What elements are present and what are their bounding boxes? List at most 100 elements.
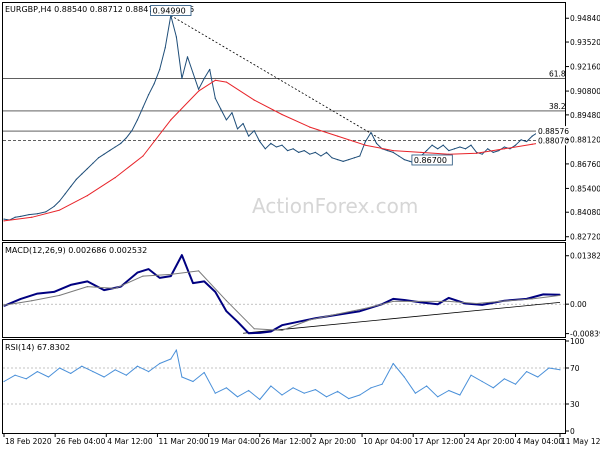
x-tick-label: 2 Apr 20:00: [312, 437, 356, 446]
price-data-point: [114, 177, 116, 179]
price-data-point: [109, 149, 111, 152]
price-data-point: [20, 215, 22, 217]
price-data-point: [125, 137, 127, 139]
price-y-tick-label: 0.85400: [570, 184, 600, 193]
price-level-label: 0.88070: [538, 136, 569, 145]
macd-data-point: [420, 300, 422, 302]
macd-data-point: [59, 294, 61, 297]
price-data-point: [476, 152, 478, 154]
x-tick-label: 19 Mar 04:00: [210, 437, 260, 446]
rsi-y-tick-label: 30: [570, 400, 580, 409]
macd-data-point: [236, 321, 239, 323]
price-data-point: [370, 131, 372, 134]
macd-data-point: [53, 291, 55, 293]
price-y-tick-label: 0.88120: [570, 135, 600, 144]
rsi-data-point: [526, 371, 528, 373]
macd-data-point: [503, 300, 505, 302]
rsi-data-point: [214, 392, 216, 394]
rsi-data-point: [537, 376, 539, 378]
price-data-point: [331, 157, 333, 159]
price-data-point: [97, 157, 100, 159]
x-tick-label: 26 Feb 04:00: [56, 437, 105, 446]
macd-data-point: [31, 300, 33, 302]
macd-data-point: [559, 294, 561, 297]
price-series-line: [3, 15, 561, 221]
x-tick-label: 17 Apr 12:00: [414, 437, 463, 446]
rsi-y-tick-label: 100: [570, 337, 585, 346]
rsi-data-point: [136, 365, 139, 367]
price-data-point: [448, 149, 450, 152]
rsi-data-point: [248, 389, 250, 392]
macd-data-point: [270, 330, 272, 333]
macd-data-point: [337, 313, 339, 315]
x-tick-label: 11 May 12:00: [561, 437, 600, 446]
price-data-point: [86, 167, 88, 170]
macd-data-point: [136, 272, 139, 274]
watermark: ActionForex.com: [252, 194, 418, 218]
rsi-series-line: [3, 349, 561, 400]
rsi-data-point: [470, 374, 472, 376]
price-data-point: [114, 146, 116, 148]
price-data-point: [170, 119, 172, 121]
price-y-tick-label: 0.93520: [570, 38, 600, 47]
price-data-point: [470, 144, 472, 146]
price-data-point: [81, 173, 83, 175]
price-data-point: [286, 149, 289, 152]
price-data-point: [31, 216, 33, 218]
price-data-point: [431, 144, 433, 146]
rsi-data-point: [175, 349, 177, 351]
rsi-data-point: [359, 394, 361, 396]
price-data-point: [75, 178, 77, 181]
macd-data-point: [281, 324, 283, 326]
rsi-data-point: [337, 390, 339, 392]
rsi-data-point: [514, 383, 517, 385]
price-data-point: [242, 122, 244, 125]
macd-header: MACD(12,26,9) 0.002686 0.002532: [5, 246, 147, 255]
price-data-point: [487, 148, 489, 150]
price-data-point: [86, 195, 88, 197]
price-y-tick-label: 0.89480: [570, 111, 600, 120]
macd-frame: [2, 242, 566, 338]
price-data-point: [375, 142, 378, 144]
macd-series-line: [3, 254, 561, 335]
x-tick-label: 18 Feb 2020: [5, 437, 52, 446]
price-data-point: [403, 158, 405, 161]
macd-y-tick-label: 0.00: [570, 300, 587, 309]
price-data-point: [364, 140, 366, 143]
price-data-point: [425, 149, 428, 152]
macd-data-point: [542, 293, 544, 295]
price-data-point: [36, 213, 38, 215]
price-data-point: [520, 139, 522, 141]
price-data-point: [387, 149, 389, 152]
price-data-point: [281, 113, 283, 116]
rsi-y-tick-label: 70: [570, 364, 580, 373]
macd-data-point: [248, 332, 250, 334]
price-data-point: [503, 146, 505, 148]
rsi-data-point: [225, 387, 227, 389]
macd-data-point: [86, 286, 88, 288]
macd-data-point: [309, 319, 311, 321]
price-panel: ActionForex.com EURGBP,H4 0.88540 0.8871…: [2, 2, 600, 242]
rsi-data-point: [559, 369, 561, 371]
price-data-point: [253, 130, 255, 132]
macd-data-point: [420, 301, 422, 304]
macd-data-point: [203, 280, 205, 282]
macd-data-point: [225, 310, 227, 312]
price-data-point: [364, 144, 366, 146]
x-axis: 18 Feb 2020 26 Feb 04:00 4 Mar 12:00 11 Mar…: [3, 433, 600, 446]
macd-data-point: [392, 300, 394, 302]
rsi-data-point: [192, 380, 194, 383]
macd-data-point: [253, 328, 255, 330]
rsi-data-point: [92, 371, 94, 373]
macd-data-point: [214, 291, 216, 293]
price-data-point: [464, 148, 467, 150]
price-annotation-label: 0.86700: [414, 156, 447, 165]
rsi-data-point: [292, 387, 294, 389]
price-data-point: [309, 153, 311, 155]
rsi-data-point: [392, 362, 394, 365]
rsi-data-point: [481, 380, 483, 383]
price-data-point: [120, 142, 122, 144]
price-data-point: [53, 205, 55, 208]
price-data-point: [398, 155, 400, 157]
rsi-data-point: [259, 398, 261, 401]
